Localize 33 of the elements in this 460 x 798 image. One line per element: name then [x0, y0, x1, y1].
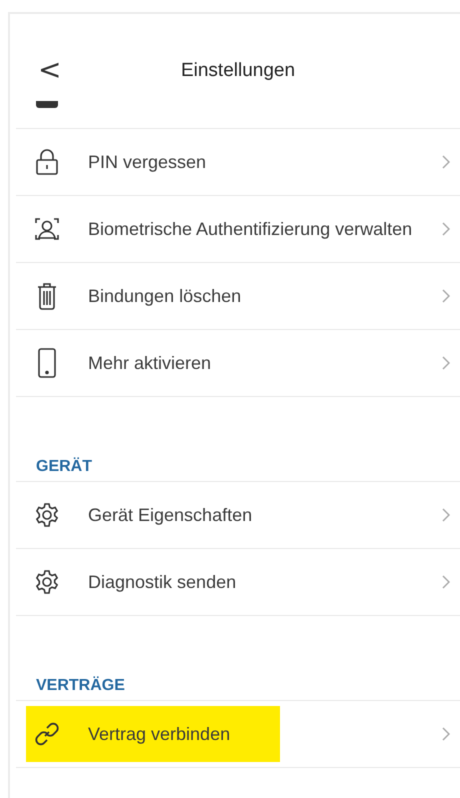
phone-icon [37, 348, 57, 378]
item-label: Diagnostik senden [88, 572, 236, 592]
settings-item[interactable]: Mehr aktivieren [16, 330, 460, 397]
trash-icon [36, 282, 58, 310]
screen-title: Einstellungen [180, 60, 296, 82]
cut-off-icon [36, 101, 58, 108]
settings-item[interactable]: Gerät Eigenschaften [16, 482, 460, 549]
item-label: Vertrag verbinden [88, 724, 230, 744]
chevron-right-icon [442, 356, 450, 370]
item-label: PIN vergessen [88, 152, 206, 172]
chevron-right-icon [442, 222, 450, 236]
link-icon [33, 720, 61, 748]
chevron-right-icon [442, 575, 450, 589]
item-label: Biometrische Authentifizierung verwalten [88, 218, 412, 240]
face-scan-icon [34, 216, 60, 242]
lock-icon [35, 149, 59, 175]
item-label: Gerät Eigenschaften [88, 504, 252, 526]
chevron-right-icon [442, 155, 450, 169]
chevron-right-icon [442, 289, 450, 303]
section-heading: VERTRÄGE [35, 677, 125, 696]
settings-item[interactable]: Vertrag verbinden [16, 701, 460, 768]
section-heading: GERÄT [35, 458, 92, 477]
settings-item[interactable]: PIN vergessen [16, 129, 460, 196]
settings-item[interactable]: Biometrische Authentifizierung verwalten [16, 196, 460, 263]
chevron-right-icon [442, 508, 450, 522]
back-button[interactable]: < [34, 55, 66, 85]
settings-item[interactable]: Bindungen löschen [16, 263, 460, 330]
gear-icon [34, 569, 60, 595]
chevron-right-icon [442, 727, 450, 741]
gear-icon [34, 502, 60, 528]
item-label: Mehr aktivieren [88, 352, 212, 374]
settings-item[interactable]: Diagnostik senden [16, 549, 460, 616]
item-label: Bindungen löschen [88, 286, 242, 306]
